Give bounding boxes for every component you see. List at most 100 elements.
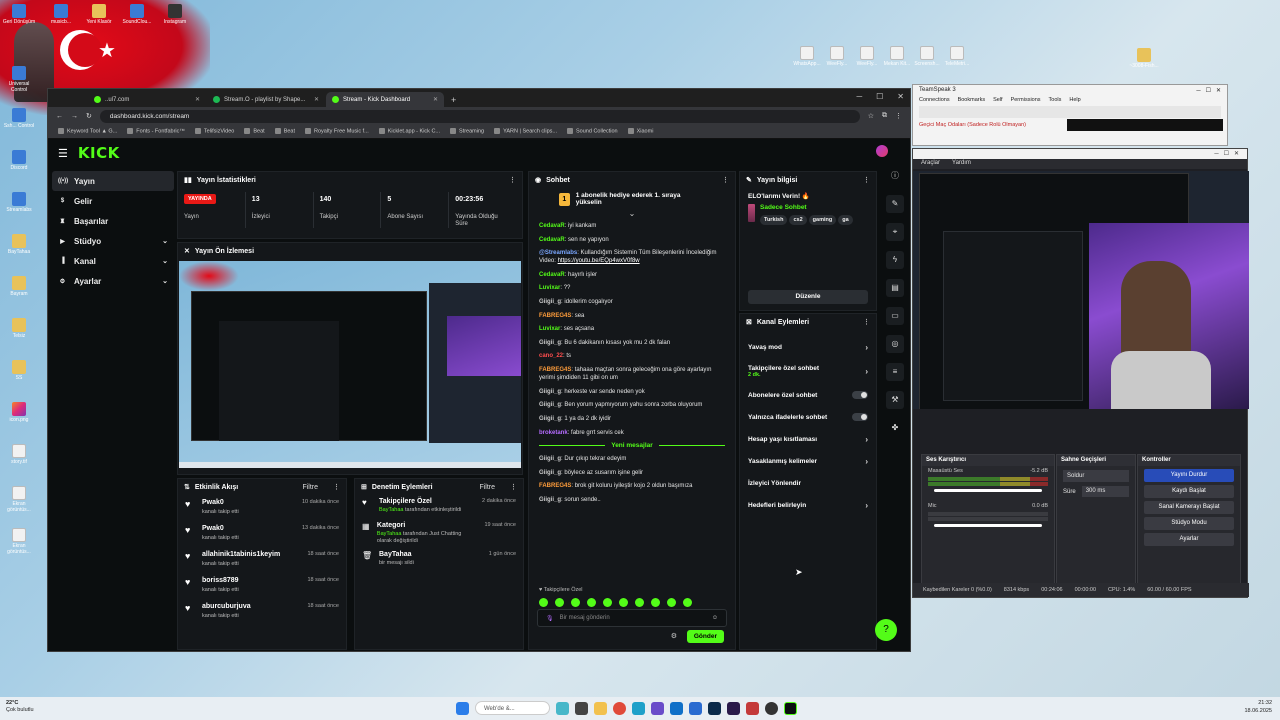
chat-username[interactable]: FABREG4S bbox=[539, 367, 571, 373]
help-button[interactable]: ? bbox=[875, 619, 897, 641]
desktop-icon[interactable]: WeeFly... bbox=[850, 46, 884, 68]
moderation-item[interactable]: ♥ Takipçilere Özel BayTahaa tarafından etk… bbox=[355, 495, 523, 519]
desktop-icon[interactable]: Ssh... Control bbox=[2, 108, 36, 130]
chat-username[interactable]: Giigii_g bbox=[539, 456, 561, 462]
close-icon[interactable]: ✕ bbox=[314, 96, 319, 103]
broadcast-icon[interactable]: ◎ bbox=[886, 335, 904, 353]
chat-username[interactable]: Giigii_g bbox=[539, 402, 561, 408]
chat-message[interactable]: Giigii_g: herkeste var sende neden yok bbox=[529, 388, 735, 396]
stream-preview-video[interactable] bbox=[179, 261, 521, 468]
kick-icon[interactable] bbox=[784, 701, 797, 715]
bookmark-item[interactable]: Beat bbox=[244, 128, 264, 135]
chat-link[interactable]: https://youtu.be/EQp4wxV0f8w bbox=[558, 258, 640, 264]
chat-message[interactable]: cano_22: ts bbox=[529, 352, 735, 360]
chat-username[interactable]: Giigii_g bbox=[539, 389, 561, 395]
chat-message[interactable]: Giigii_g: sorun sende.. bbox=[529, 496, 735, 504]
app-icon[interactable] bbox=[746, 701, 759, 715]
desktop-icon[interactable]: Telsiz bbox=[2, 318, 36, 340]
duration-input[interactable]: 300 ms bbox=[1081, 486, 1129, 497]
desktop-icon[interactable]: Bayram bbox=[2, 276, 36, 298]
more-icon[interactable]: ⋮ bbox=[333, 483, 340, 491]
chat-message[interactable]: Luvixar: ses açsana bbox=[529, 325, 735, 333]
premiere-icon[interactable] bbox=[727, 701, 740, 715]
obs-settings-button[interactable]: Ayarlar bbox=[1144, 533, 1234, 546]
desktop-icon[interactable]: Screensh... bbox=[910, 46, 944, 68]
chat-message[interactable]: Giigii_g: Bu 6 dakikanın kısası yok mu 2… bbox=[529, 339, 735, 347]
menu-item[interactable]: Bookmarks bbox=[958, 97, 986, 103]
channel-action-item[interactable]: Yavaş mod › bbox=[740, 336, 876, 358]
stop-stream-button[interactable]: Yayını Durdur bbox=[1144, 469, 1234, 482]
emote-icon[interactable] bbox=[683, 598, 692, 607]
menu-icon[interactable]: ⋮ bbox=[895, 112, 902, 120]
menu-icon[interactable]: ☰ bbox=[58, 147, 68, 160]
wrench-icon[interactable]: ⚒ bbox=[886, 391, 904, 409]
taskbar-search[interactable]: Web'de &... bbox=[475, 701, 550, 715]
menu-item[interactable]: Araçlar bbox=[921, 160, 940, 168]
copilot-icon[interactable] bbox=[556, 701, 569, 715]
emoji-icon[interactable]: ☺ bbox=[712, 615, 718, 621]
channel-action-item[interactable]: Takipçilere özel sohbet 2 dk. › bbox=[740, 358, 876, 384]
desktop-icon[interactable]: Discord bbox=[2, 150, 36, 172]
bookmark-item[interactable]: Beat bbox=[275, 128, 295, 135]
emote-icon[interactable] bbox=[587, 598, 596, 607]
desktop-icon[interactable]: SoundClou... bbox=[120, 4, 154, 26]
window-controls[interactable]: ─ ☐ ✕ bbox=[1196, 87, 1221, 94]
emote-icon[interactable] bbox=[603, 598, 612, 607]
moderation-item[interactable]: 🗑 BayTahaa bir mesajı sildi 1 gün önce bbox=[355, 548, 523, 572]
app-icon[interactable] bbox=[689, 701, 702, 715]
desktop-icon[interactable]: Streamlabs bbox=[2, 192, 36, 214]
channel-action-item[interactable]: İzleyici Yönlendir bbox=[740, 472, 876, 494]
sidebar-item-kanal[interactable]: ▐ Kanal ⌄ bbox=[52, 251, 174, 271]
emote-icon[interactable] bbox=[651, 598, 660, 607]
star-icon[interactable]: ☆ bbox=[868, 112, 874, 120]
start-recording-button[interactable]: Kaydı Başlat bbox=[1144, 485, 1234, 498]
chat-username[interactable]: Giigii_g bbox=[539, 497, 561, 503]
app-icon[interactable] bbox=[651, 701, 664, 715]
desktop-icon[interactable]: BayTahaa bbox=[2, 234, 36, 256]
pinned-banner[interactable]: 1 1 abonelik hediye ederek 1. sıraya yük… bbox=[529, 188, 735, 210]
more-icon[interactable]: ⋮ bbox=[863, 176, 870, 184]
virtual-camera-button[interactable]: Sanal Kamerayı Başlat bbox=[1144, 501, 1234, 514]
desktop-icon[interactable]: Instagram bbox=[158, 4, 192, 26]
chat-username[interactable]: broketank bbox=[539, 430, 568, 436]
collapse-icon[interactable]: ⌄ bbox=[529, 210, 735, 218]
emote-icon[interactable] bbox=[619, 598, 628, 607]
chat-message[interactable]: FABREG4S: sea bbox=[529, 312, 735, 320]
chat-username[interactable]: Luvixar bbox=[539, 326, 560, 332]
desktop-icon[interactable]: Yeni Klasör bbox=[82, 4, 116, 26]
chat-message[interactable]: broketank: fabre grrt servis cek bbox=[529, 429, 735, 437]
bookmark-item[interactable]: Sound Collection bbox=[567, 128, 618, 135]
chat-username[interactable]: Giigii_g bbox=[539, 470, 561, 476]
desktop-icon[interactable]: Mekan Kit... bbox=[880, 46, 914, 68]
close-icon[interactable]: ✕ bbox=[184, 247, 190, 255]
chat-username[interactable]: CedavaR bbox=[539, 272, 565, 278]
desktop-icon[interactable]: Universal Control bbox=[2, 66, 36, 93]
menu-item[interactable]: Help bbox=[1069, 97, 1080, 103]
chat-message[interactable]: Giigii_g: böylece az susarım işine gelir bbox=[529, 469, 735, 477]
bookmark-item[interactable]: Kicklet.app - Kick C... bbox=[379, 128, 440, 135]
menu-item[interactable]: Connections bbox=[919, 97, 950, 103]
forward-icon[interactable]: → bbox=[71, 113, 78, 120]
sidebar-item-stüdyo[interactable]: ▶ Stüdyo ⌄ bbox=[52, 231, 174, 251]
bookmark-item[interactable]: TelifsizVideo bbox=[195, 128, 234, 135]
channel-action-item[interactable]: Abonelere özel sohbet bbox=[740, 384, 876, 406]
volume-slider[interactable] bbox=[934, 489, 1042, 492]
photoshop-icon[interactable] bbox=[708, 701, 721, 715]
sidebar-item-yayın[interactable]: ((•)) Yayın bbox=[52, 171, 174, 191]
desktop-icon[interactable]: Ekran görüntüs... bbox=[2, 486, 36, 513]
puzzle-icon[interactable]: ✤ bbox=[886, 419, 904, 437]
chat-bubble-icon[interactable]: ▭ bbox=[886, 307, 904, 325]
chat-message[interactable]: Giigii_g: 1 ya da 2 dk iyidir bbox=[529, 415, 735, 423]
activity-item[interactable]: ♥ Pwak0 kanalı takip etti 10 dakika önce bbox=[178, 495, 346, 521]
category-name[interactable]: Sadece Sohbet bbox=[760, 204, 868, 211]
bookmark-item[interactable]: YARN | Search clips... bbox=[494, 128, 557, 135]
mic-icon[interactable]: 🎙 bbox=[546, 615, 554, 622]
chat-message[interactable]: Luvixar: ?? bbox=[529, 284, 735, 292]
menu-item[interactable]: Self bbox=[993, 97, 1002, 103]
more-icon[interactable]: ⋮ bbox=[510, 483, 517, 491]
studio-mode-button[interactable]: Stüdyo Modu bbox=[1144, 517, 1234, 530]
explorer-icon[interactable] bbox=[594, 701, 607, 715]
moderation-item[interactable]: ▦ Kategori BayTahaa tarafından Just Chatti… bbox=[355, 519, 523, 548]
edge-icon[interactable] bbox=[632, 701, 645, 715]
chat-message[interactable]: Giigii_g: Ben yorum yapmıyorum yahu sonr… bbox=[529, 401, 735, 409]
